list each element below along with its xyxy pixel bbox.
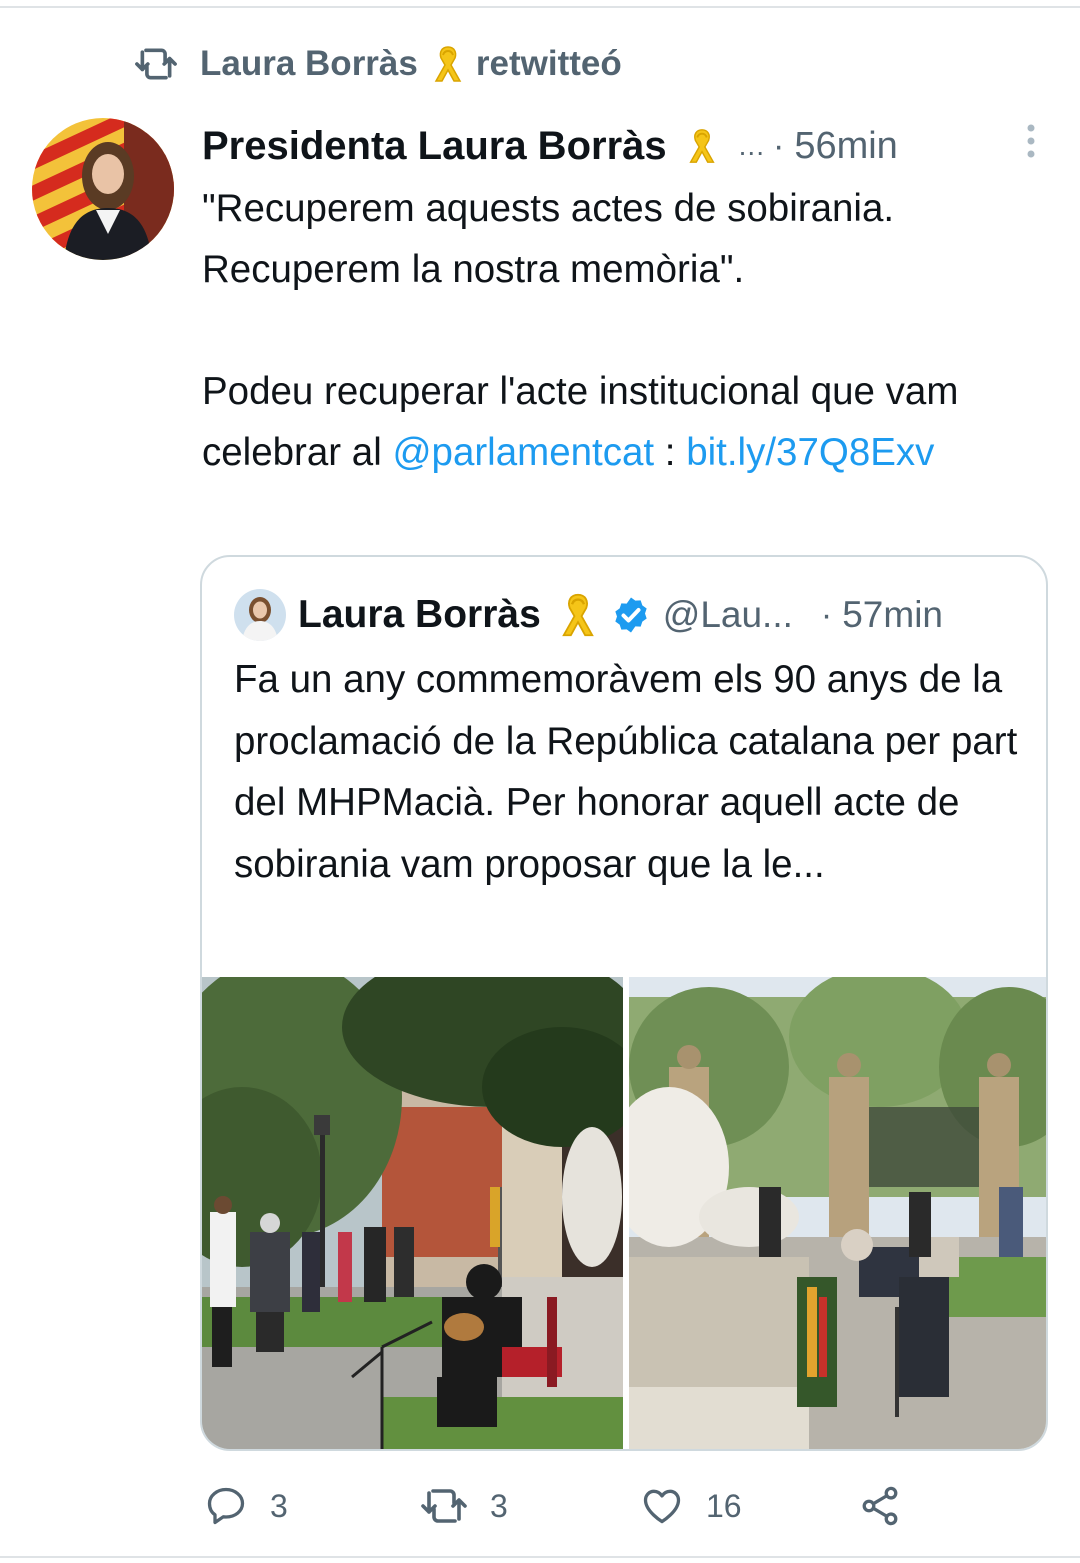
author-display-name[interactable]: Presidenta Laura Borràs [202,124,667,169]
quoted-timestamp[interactable]: 57min [842,594,943,636]
heart-icon [643,1489,681,1524]
yellow-ribbon-icon [689,129,715,163]
quoted-media-grid [202,977,1046,1449]
tweet-header: Presidenta Laura Borràs ... · 56min [202,118,1048,174]
photo-image [629,977,1046,1449]
quoted-tweet-text: Fa un any commemoràvem els 90 anys de la… [234,658,1018,886]
retweet-count: 3 [490,1487,508,1524]
yellow-ribbon-icon [434,46,462,82]
retweet-icon [421,1489,467,1523]
avatar-image [234,589,286,641]
share-icon [862,1486,898,1526]
like-button[interactable]: 16 [640,1478,742,1534]
tweet-text-colon: : [654,431,687,474]
retweet-action-label: retwitteó [475,44,622,83]
photo-image [202,977,623,1449]
reply-button[interactable]: 3 [204,1478,288,1534]
more-options-icon[interactable] [1026,122,1036,162]
share-button[interactable] [858,1478,924,1534]
bottom-divider [0,1556,1080,1558]
url-link[interactable]: bit.ly/37Q8Exv [686,431,934,474]
yellow-ribbon-icon [561,593,594,637]
quoted-tweet[interactable]: Laura Borràs @Lau... · 57min Fa un any c… [200,555,1048,1451]
quoted-author-avatar[interactable] [234,589,286,641]
reply-count: 3 [270,1487,288,1524]
tweet-text: "Recuperem aquests actes de sobirania. R… [202,178,1052,483]
photo-guitarist[interactable] [202,977,623,1449]
top-divider [0,6,1080,8]
quoted-tweet-header: Laura Borràs @Lau... · 57min [234,587,943,643]
retweeter-name[interactable]: Laura Borràs [200,44,418,84]
retweet-context[interactable]: Laura Borràs retwitteó [134,38,622,90]
author-handle[interactable]: ... [739,130,765,162]
reply-icon [207,1487,245,1525]
quoted-author-handle[interactable]: @Lau... [663,594,793,636]
author-avatar[interactable] [32,118,174,260]
tweet-timestamp[interactable]: 56min [794,125,898,168]
retweet-button[interactable]: 3 [420,1478,508,1534]
avatar-image [32,118,174,260]
tweet-actions: 3 3 16 [0,1478,1080,1534]
photo-wreath[interactable] [629,977,1046,1449]
verified-badge-icon [615,597,647,633]
quoted-header-separator: · [820,595,833,634]
header-separator: · [772,126,785,165]
mention-link[interactable]: @parlamentcat [392,431,654,474]
like-count: 16 [706,1487,742,1524]
retweet-icon [135,48,177,80]
quoted-author-name[interactable]: Laura Borràs [298,593,541,637]
